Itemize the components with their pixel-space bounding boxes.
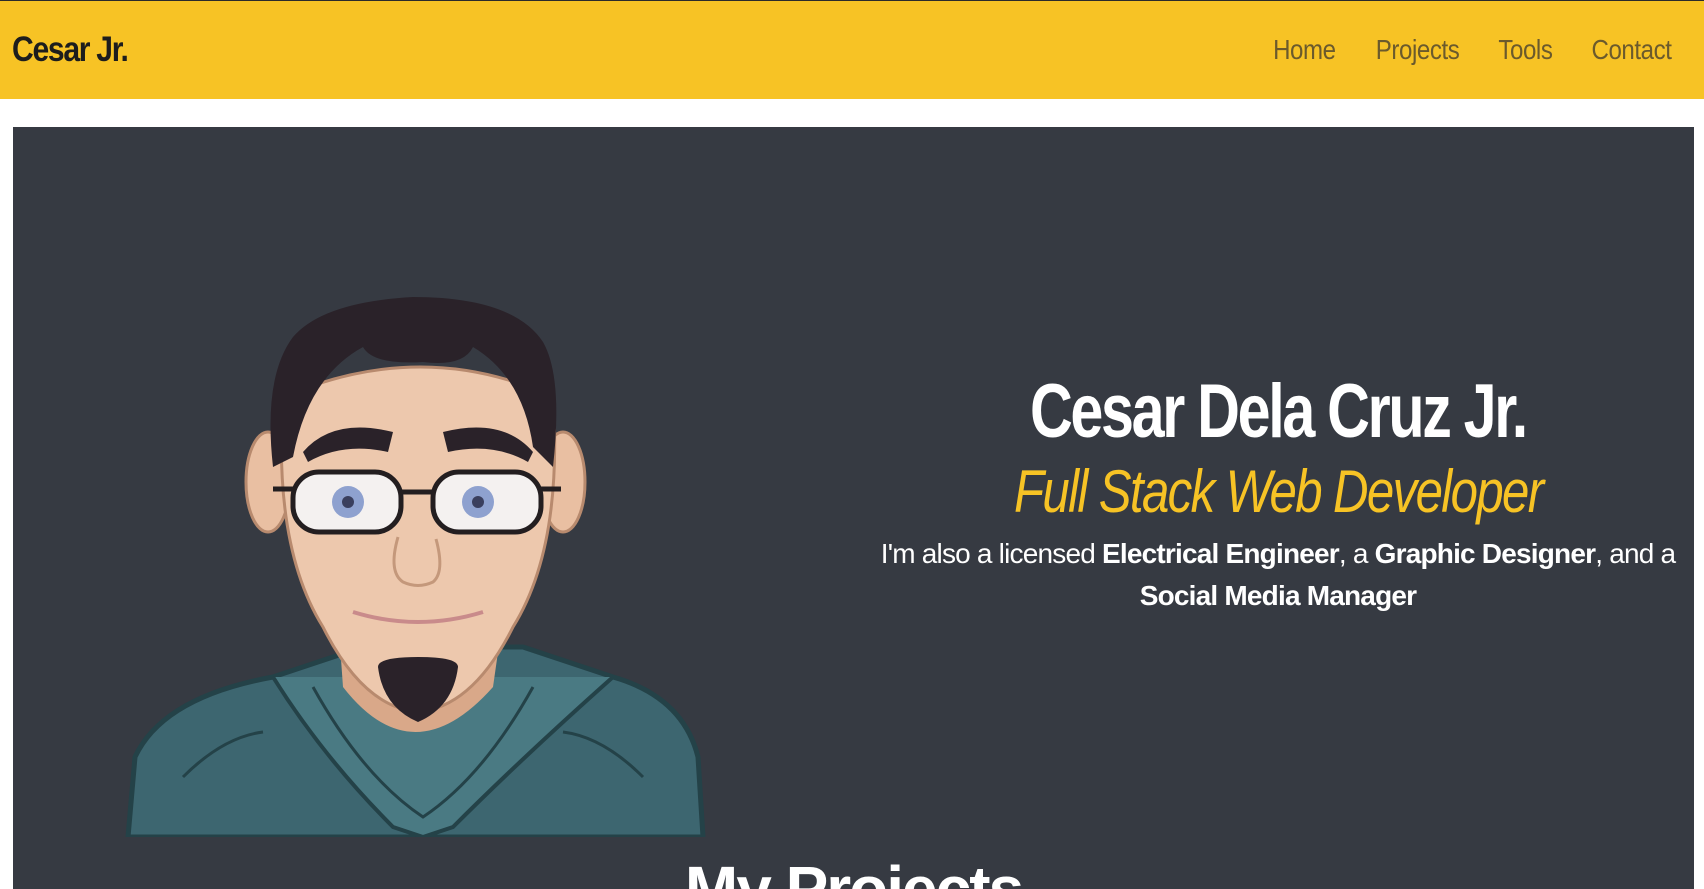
brand-logo-link[interactable]: Cesar Jr. xyxy=(12,30,129,70)
desc-role-social: Social Media Manager xyxy=(1139,579,1417,611)
hero-section: Cesar Dela Cruz Jr. Full Stack Web Devel… xyxy=(13,127,1694,889)
hero-name: Cesar Dela Cruz Jr. xyxy=(1030,369,1528,454)
desc-role-graphic: Graphic Designer xyxy=(1374,537,1596,569)
nav-link-tools[interactable]: Tools xyxy=(1499,34,1554,66)
top-navbar: Cesar Jr. Home Projects Tools Contact xyxy=(0,0,1704,99)
hero-intro: Cesar Dela Cruz Jr. Full Stack Web Devel… xyxy=(873,372,1683,617)
desc-role-electrical: Electrical Engineer xyxy=(1101,537,1340,569)
nav-link-home[interactable]: Home xyxy=(1273,34,1336,66)
desc-separator: , and a xyxy=(1595,537,1676,569)
projects-section-title: My Projects xyxy=(684,853,1024,889)
avatar-illustration xyxy=(125,297,706,837)
desc-separator: , a xyxy=(1338,537,1375,569)
nav-link-contact[interactable]: Contact xyxy=(1592,34,1672,66)
nav-link-projects[interactable]: Projects xyxy=(1376,34,1460,66)
hero-role: Full Stack Web Developer xyxy=(1013,457,1544,525)
hero-description: I'm also a licensed Electrical Engineer,… xyxy=(873,533,1683,617)
nav-links: Home Projects Tools Contact xyxy=(1240,34,1678,66)
desc-prefix: I'm also a licensed xyxy=(880,537,1102,569)
